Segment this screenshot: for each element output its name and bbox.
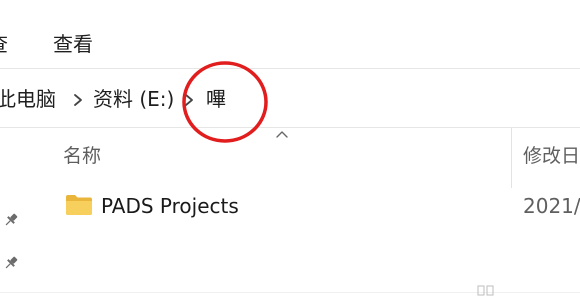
pin-icon[interactable] bbox=[2, 254, 20, 272]
address-bar[interactable]: 此电脑 资料 (E:) 嗶 bbox=[0, 68, 580, 128]
file-list-row[interactable]: PADS Projects 2021/ bbox=[48, 188, 580, 226]
status-indicator-icon bbox=[477, 285, 494, 296]
menu-item-view[interactable]: 查看 bbox=[53, 30, 93, 58]
menu-item-truncated[interactable]: 查 bbox=[0, 30, 8, 58]
pin-icon[interactable] bbox=[2, 211, 20, 229]
breadcrumb-this-pc[interactable]: 此电脑 bbox=[0, 85, 56, 113]
chevron-right-icon[interactable] bbox=[183, 93, 195, 107]
chevron-right-icon[interactable] bbox=[72, 93, 84, 107]
column-header-name[interactable]: 名称 bbox=[63, 143, 101, 169]
column-header-date-modified[interactable]: 修改日 bbox=[523, 143, 580, 169]
menu-bar: 查 查看 bbox=[0, 0, 580, 68]
navigation-pane bbox=[0, 127, 32, 300]
sort-ascending-icon[interactable] bbox=[275, 129, 289, 139]
folder-icon bbox=[66, 195, 92, 215]
column-divider[interactable] bbox=[511, 128, 512, 188]
breadcrumb-current-folder[interactable]: 嗶 bbox=[206, 85, 226, 113]
breadcrumb-drive[interactable]: 资料 (E:) bbox=[93, 85, 174, 113]
file-name[interactable]: PADS Projects bbox=[101, 192, 239, 220]
file-date-modified: 2021/ bbox=[523, 194, 580, 218]
